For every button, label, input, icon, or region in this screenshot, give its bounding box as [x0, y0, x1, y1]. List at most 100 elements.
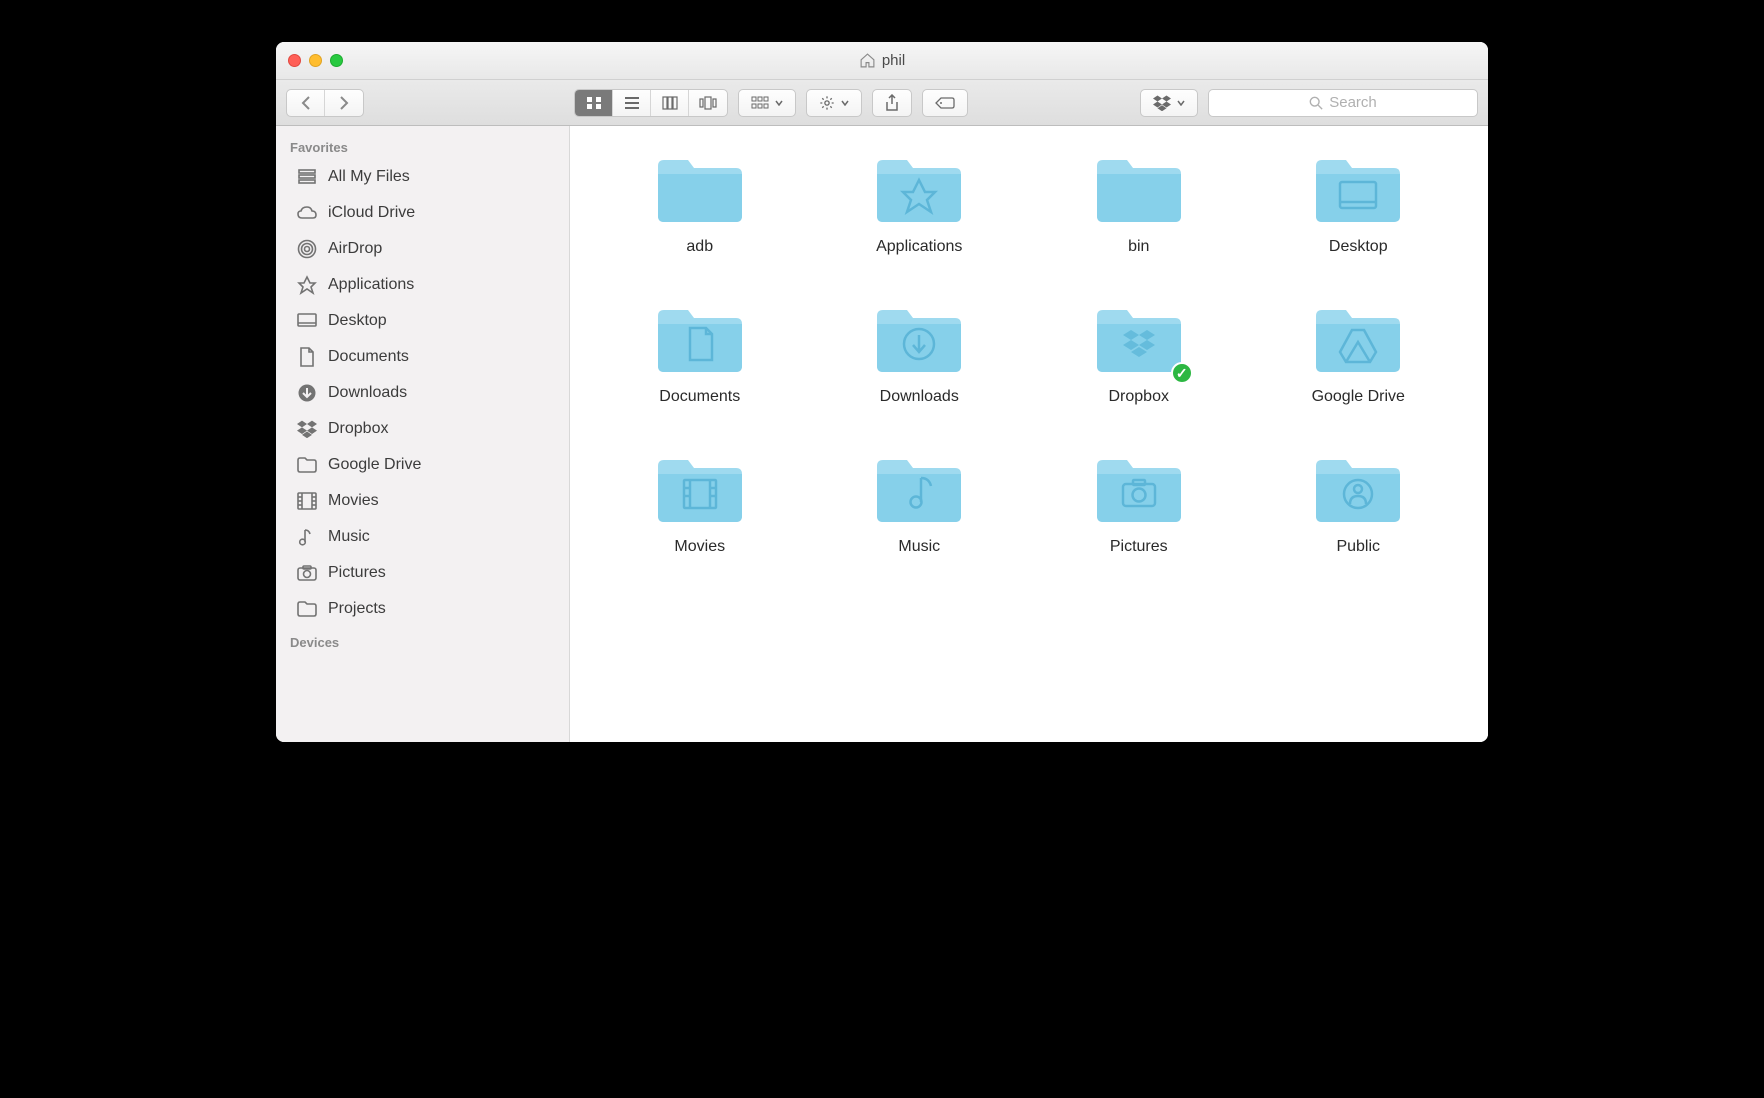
sidebar-item-label: Pictures	[328, 564, 386, 582]
sidebar-item-projects[interactable]: Projects	[276, 591, 569, 627]
content-area[interactable]: adb Applications bin Desktop Documents D…	[570, 126, 1488, 742]
cloud-icon	[296, 202, 318, 224]
folder-item-bin[interactable]: bin	[1049, 152, 1229, 256]
sidebar: Favorites All My Files iCloud Drive AirDrop…	[276, 126, 570, 742]
close-button[interactable]	[288, 54, 301, 67]
folder-item-music[interactable]: Music	[830, 452, 1010, 556]
folder-label: Applications	[876, 238, 962, 256]
coverflow-view-button[interactable]	[689, 90, 727, 116]
share-button[interactable]	[872, 89, 912, 117]
folder-label: Documents	[659, 388, 740, 406]
share-icon	[885, 94, 899, 112]
sidebar-item-documents[interactable]: Documents	[276, 339, 569, 375]
folder-icon	[296, 598, 318, 620]
titlebar: phil	[276, 42, 1488, 80]
dropbox-icon	[1153, 95, 1171, 111]
gear-icon	[819, 95, 835, 111]
folder-icon	[1091, 452, 1187, 528]
back-button[interactable]	[287, 90, 325, 116]
folder-item-dropbox[interactable]: ✓Dropbox	[1049, 302, 1229, 406]
sync-badge-icon: ✓	[1171, 362, 1193, 384]
sidebar-item-label: iCloud Drive	[328, 204, 415, 222]
folder-icon	[871, 452, 967, 528]
airdrop-icon	[296, 238, 318, 260]
folder-item-adb[interactable]: adb	[610, 152, 790, 256]
folder-icon	[1091, 152, 1187, 228]
finder-window: phil	[276, 42, 1488, 742]
folder-label: Downloads	[880, 388, 959, 406]
chevron-down-icon	[841, 100, 849, 106]
tags-button[interactable]	[922, 89, 968, 117]
folder-item-movies[interactable]: Movies	[610, 452, 790, 556]
documents-icon	[296, 346, 318, 368]
sidebar-item-label: Downloads	[328, 384, 407, 402]
folder-item-desktop[interactable]: Desktop	[1269, 152, 1449, 256]
folder-icon: ✓	[1091, 302, 1187, 378]
sidebar-item-downloads[interactable]: Downloads	[276, 375, 569, 411]
sidebar-item-movies[interactable]: Movies	[276, 483, 569, 519]
search-icon	[1309, 96, 1323, 110]
fullscreen-button[interactable]	[330, 54, 343, 67]
icon-view-icon	[586, 96, 602, 110]
list-view-icon	[624, 96, 640, 110]
sidebar-item-applications[interactable]: Applications	[276, 267, 569, 303]
folder-label: adb	[686, 238, 713, 256]
sidebar-item-dropbox[interactable]: Dropbox	[276, 411, 569, 447]
folder-icon	[296, 454, 318, 476]
window-controls	[276, 54, 343, 67]
list-view-button[interactable]	[613, 90, 651, 116]
pictures-icon	[296, 562, 318, 584]
arrange-button[interactable]	[738, 89, 796, 117]
coverflow-view-icon	[699, 96, 717, 110]
downloads-icon	[296, 382, 318, 404]
folder-item-google-drive[interactable]: Google Drive	[1269, 302, 1449, 406]
minimize-button[interactable]	[309, 54, 322, 67]
movies-icon	[296, 490, 318, 512]
sidebar-item-icloud-drive[interactable]: iCloud Drive	[276, 195, 569, 231]
folder-label: Pictures	[1110, 538, 1168, 556]
sidebar-item-label: AirDrop	[328, 240, 382, 258]
desktop-icon	[296, 310, 318, 332]
sidebar-item-label: All My Files	[328, 168, 410, 186]
icon-view-button[interactable]	[575, 90, 613, 116]
folder-item-downloads[interactable]: Downloads	[830, 302, 1010, 406]
sidebar-item-label: Applications	[328, 276, 414, 294]
folder-grid: adb Applications bin Desktop Documents D…	[610, 152, 1448, 556]
folder-icon	[871, 302, 967, 378]
forward-button[interactable]	[325, 90, 363, 116]
chevron-down-icon	[1177, 100, 1185, 106]
folder-item-applications[interactable]: Applications	[830, 152, 1010, 256]
home-icon	[859, 52, 876, 69]
sidebar-section-header: Favorites	[276, 132, 569, 159]
sidebar-item-label: Movies	[328, 492, 379, 510]
folder-label: Movies	[674, 538, 725, 556]
arrange-icon	[751, 96, 769, 110]
sidebar-item-music[interactable]: Music	[276, 519, 569, 555]
folder-item-pictures[interactable]: Pictures	[1049, 452, 1229, 556]
column-view-button[interactable]	[651, 90, 689, 116]
window-title: phil	[276, 52, 1488, 69]
folder-icon	[1310, 302, 1406, 378]
sidebar-item-pictures[interactable]: Pictures	[276, 555, 569, 591]
sidebar-item-airdrop[interactable]: AirDrop	[276, 231, 569, 267]
folder-label: Google Drive	[1312, 388, 1405, 406]
folder-label: Dropbox	[1109, 388, 1169, 406]
folder-item-public[interactable]: Public	[1269, 452, 1449, 556]
folder-item-documents[interactable]: Documents	[610, 302, 790, 406]
search-placeholder: Search	[1329, 94, 1377, 111]
sidebar-item-label: Documents	[328, 348, 409, 366]
sidebar-item-google-drive[interactable]: Google Drive	[276, 447, 569, 483]
column-view-icon	[662, 96, 678, 110]
folder-label: Desktop	[1329, 238, 1388, 256]
action-button[interactable]	[806, 89, 862, 117]
sidebar-item-all-my-files[interactable]: All My Files	[276, 159, 569, 195]
toolbar: Search	[276, 80, 1488, 126]
folder-icon	[652, 302, 748, 378]
folder-label: bin	[1128, 238, 1149, 256]
sidebar-item-label: Music	[328, 528, 370, 546]
dropbox-toolbar-button[interactable]	[1140, 89, 1198, 117]
chevron-down-icon	[775, 100, 783, 106]
sidebar-item-desktop[interactable]: Desktop	[276, 303, 569, 339]
search-input[interactable]: Search	[1208, 89, 1478, 117]
chevron-left-icon	[300, 96, 312, 110]
